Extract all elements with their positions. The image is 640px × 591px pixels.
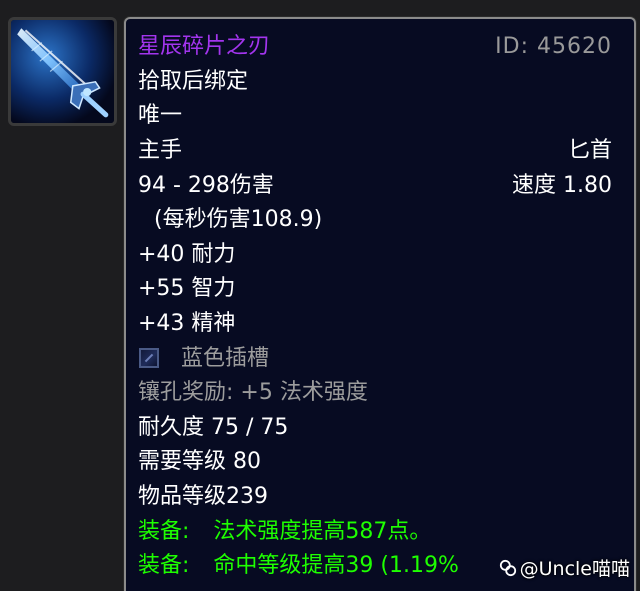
socket-bonus: 镶孔奖励: +5 法术强度: [138, 380, 368, 405]
stat-stamina: +40 耐力: [138, 242, 236, 267]
stat-intellect: +55 智力: [138, 276, 236, 301]
dps-row: (每秒伤害108.9): [138, 203, 612, 237]
equip-effect-row: 装备: 法术强度提高587点。: [138, 515, 612, 549]
weapon-speed: 速度 1.80: [512, 173, 612, 198]
stat-spirit: +43 精神: [138, 311, 236, 336]
socket-row: 蓝色插槽: [138, 342, 612, 376]
item-name[interactable]: 星辰碎片之刃: [138, 34, 270, 59]
unique-label: 唯一: [138, 103, 183, 128]
durability: 耐久度 75 / 75: [138, 415, 289, 440]
item-tooltip: 星辰碎片之刃 ID: 45620 拾取后绑定 唯一 主手 匕首 94 - 298…: [124, 17, 636, 591]
socket-label: 蓝色插槽: [181, 346, 270, 371]
watermark-text: @Uncle喵喵: [519, 558, 630, 580]
weapon-type: 匕首: [567, 138, 612, 163]
equip-label: 装备:: [138, 519, 190, 544]
bind-type: 拾取后绑定: [138, 69, 249, 94]
dagger-icon[interactable]: [8, 17, 117, 126]
equip-effect-text: 法术强度提高587点。: [213, 519, 432, 544]
required-level-row: 需要等级 80: [138, 445, 612, 479]
item-name-row: 星辰碎片之刃 ID: 45620: [138, 30, 612, 64]
toutiao-logo-icon: [499, 559, 516, 577]
required-level: 需要等级 80: [138, 449, 261, 474]
bind-row: 拾取后绑定: [138, 65, 612, 99]
damage-row: 94 - 298伤害 速度 1.80: [138, 169, 612, 203]
watermark: @Uncle喵喵: [499, 558, 630, 580]
socket-bonus-row: 镶孔奖励: +5 法术强度: [138, 376, 612, 410]
equip-slot: 主手: [138, 138, 183, 163]
unique-row: 唯一: [138, 99, 612, 133]
stat-row: +40 耐力: [138, 238, 612, 272]
slot-row: 主手 匕首: [138, 134, 612, 168]
stat-row: +55 智力: [138, 272, 612, 306]
durability-row: 耐久度 75 / 75: [138, 411, 612, 445]
stat-row: +43 精神: [138, 307, 612, 341]
damage-range: 94 - 298伤害: [138, 173, 274, 198]
damage-per-second: (每秒伤害108.9): [154, 207, 323, 232]
equip-effect-text: 命中等级提高39 (1.19%: [213, 553, 459, 578]
dagger-icon-graphic: [11, 20, 114, 123]
screenshot-stage: 星辰碎片之刃 ID: 45620 拾取后绑定 唯一 主手 匕首 94 - 298…: [0, 0, 640, 591]
item-level-row: 物品等级239: [138, 480, 612, 514]
item-id: ID: 45620: [495, 34, 612, 59]
blue-socket-icon: [139, 348, 159, 368]
item-level: 物品等级239: [138, 484, 268, 509]
equip-label: 装备:: [138, 553, 190, 578]
